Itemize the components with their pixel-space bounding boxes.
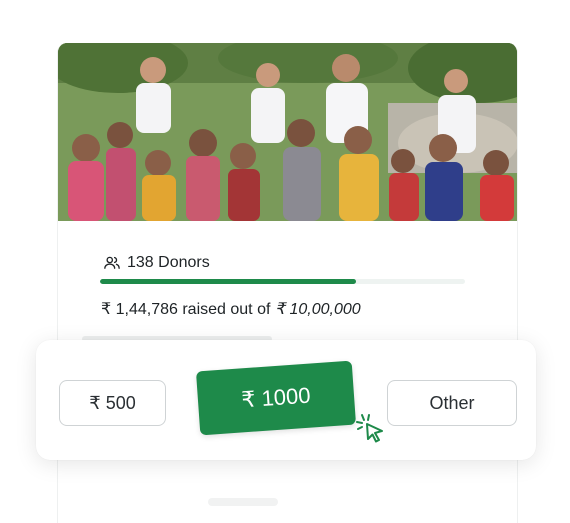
- click-pointer-icon: [356, 414, 383, 443]
- fundraising-progress-bar: [100, 279, 465, 284]
- campaign-photo: [58, 43, 517, 221]
- donors-label: 138 Donors: [127, 254, 210, 271]
- amount-1000-button[interactable]: ₹ 1000: [195, 360, 357, 436]
- placeholder-bar-bottom: [208, 498, 278, 506]
- raised-amount-text: ₹ 1,44,786 raised out of: [101, 301, 271, 318]
- donors-count: 138 Donors: [103, 253, 210, 273]
- goal-amount: ₹ 10,00,000: [274, 301, 361, 318]
- fundraising-progress-fill: [100, 279, 356, 284]
- users-icon: [104, 256, 120, 269]
- amount-other-button[interactable]: Other: [387, 380, 517, 426]
- donation-amount-panel: ₹ 500 ₹ 1000 Other: [36, 340, 536, 460]
- raised-summary: ₹ 1,44,786 raised out of ₹ 10,00,000: [101, 299, 361, 319]
- campaign-photo-illustration: [58, 43, 517, 221]
- amount-500-button[interactable]: ₹ 500: [59, 380, 166, 426]
